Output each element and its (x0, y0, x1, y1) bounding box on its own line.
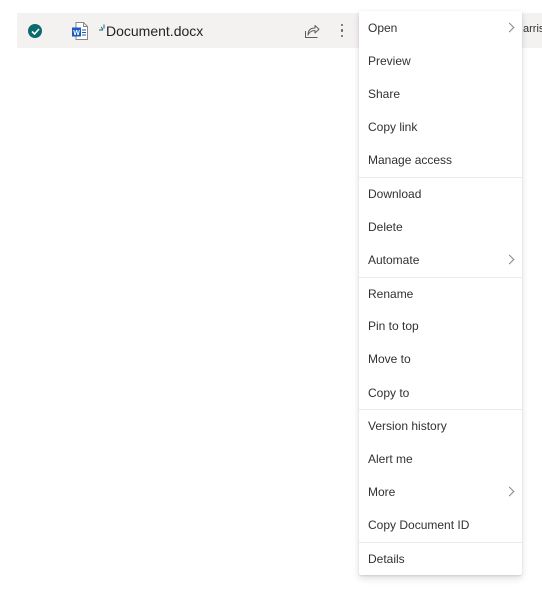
menu-item-open[interactable]: Open (359, 11, 522, 44)
menu-item-label: Version history (368, 419, 447, 434)
menu-item-pin-to-top[interactable]: Pin to top (359, 310, 522, 343)
menu-item-label: Move to (368, 352, 411, 367)
menu-item-copy-to[interactable]: Copy to (359, 376, 522, 409)
more-actions-icon[interactable] (340, 22, 344, 40)
menu-item-more[interactable]: More (359, 476, 522, 509)
menu-item-manage-access[interactable]: Manage access (359, 144, 522, 177)
menu-item-label: Copy Document ID (368, 518, 470, 533)
chevron-right-icon (504, 22, 515, 33)
menu-item-preview[interactable]: Preview (359, 44, 522, 77)
selected-check-icon[interactable] (28, 24, 42, 38)
svg-text:W: W (73, 30, 80, 37)
menu-item-label: Copy link (368, 120, 418, 135)
menu-item-copy-document-id[interactable]: Copy Document ID (359, 509, 522, 542)
menu-item-move-to[interactable]: Move to (359, 343, 522, 376)
menu-item-delete[interactable]: Delete (359, 210, 522, 243)
menu-item-download[interactable]: Download (359, 176, 522, 210)
menu-item-copy-link[interactable]: Copy link (359, 111, 522, 144)
file-name-link[interactable]: Document.docx (106, 22, 203, 40)
menu-item-label: Details (368, 552, 405, 567)
menu-item-label: Share (368, 86, 401, 101)
chevron-right-icon (504, 254, 515, 265)
menu-item-label: Manage access (368, 153, 453, 168)
menu-item-label: Alert me (368, 452, 413, 467)
menu-item-label: Download (368, 187, 422, 202)
chevron-right-icon (504, 486, 515, 497)
menu-item-label: Preview (368, 53, 411, 68)
menu-item-rename[interactable]: Rename (359, 276, 522, 310)
context-menu: Open Preview Share Copy link Manage access Do… (359, 11, 522, 576)
menu-item-label: Copy to (368, 385, 410, 400)
menu-item-label: Delete (368, 219, 403, 234)
menu-item-automate[interactable]: Automate (359, 243, 522, 276)
word-doc-icon: W (72, 22, 88, 40)
modified-by-text: arris (523, 23, 542, 35)
menu-item-label: Rename (368, 286, 414, 301)
menu-item-label: More (368, 485, 396, 500)
menu-item-version-history[interactable]: Version history (359, 409, 522, 442)
menu-item-label: Pin to top (368, 319, 419, 334)
share-icon[interactable] (304, 23, 320, 39)
menu-item-label: Automate (368, 252, 420, 267)
menu-item-label: Open (368, 20, 398, 35)
menu-item-details[interactable]: Details (359, 542, 522, 575)
menu-item-share[interactable]: Share (359, 77, 522, 110)
menu-item-alert-me[interactable]: Alert me (359, 442, 522, 475)
